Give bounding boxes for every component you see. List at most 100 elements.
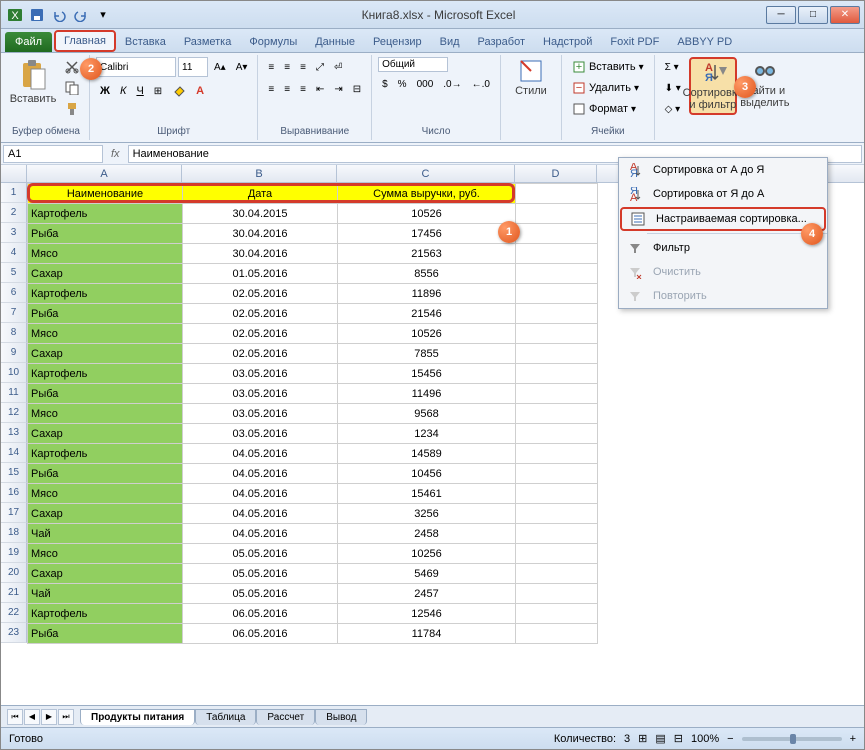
cell[interactable]: Сахар <box>28 504 183 524</box>
fill-color-button[interactable] <box>168 81 190 101</box>
qat-dropdown-icon[interactable]: ▾ <box>93 5 113 25</box>
cell[interactable]: Мясо <box>28 544 183 564</box>
orientation-button[interactable]: ⤢ <box>312 57 328 77</box>
row-header[interactable]: 18 <box>1 523 27 543</box>
sheet-tab[interactable]: Рассчет <box>256 709 315 725</box>
sheet-tab-active[interactable]: Продукты питания <box>80 709 195 725</box>
cell[interactable]: 10526 <box>338 324 516 344</box>
tab-insert[interactable]: Вставка <box>116 31 175 52</box>
cell[interactable]: Сахар <box>28 564 183 584</box>
cell[interactable] <box>516 504 598 524</box>
row-header[interactable]: 8 <box>1 323 27 343</box>
cell[interactable]: 02.05.2016 <box>183 324 338 344</box>
table-row[interactable]: Рыба02.05.201621546 <box>28 304 598 324</box>
comma-button[interactable]: 000 <box>413 74 438 94</box>
zoom-out-button[interactable]: − <box>727 733 733 745</box>
row-header[interactable]: 23 <box>1 623 27 643</box>
cell[interactable]: Картофель <box>28 284 183 304</box>
cell[interactable]: 03.05.2016 <box>183 364 338 384</box>
table-row[interactable]: Картофель06.05.201612546 <box>28 604 598 624</box>
sheet-nav-last[interactable]: ⏭ <box>58 709 74 725</box>
header-row[interactable]: Наименование Дата Сумма выручки, руб. <box>28 184 598 204</box>
save-icon[interactable] <box>27 5 47 25</box>
table-row[interactable]: Мясо03.05.20169568 <box>28 404 598 424</box>
cell[interactable] <box>516 324 598 344</box>
shrink-font-button[interactable]: A▾ <box>232 57 252 77</box>
redo-icon[interactable] <box>71 5 91 25</box>
table-row[interactable]: Мясо30.04.201621563 <box>28 244 598 264</box>
row-header[interactable]: 4 <box>1 243 27 263</box>
row-header[interactable]: 22 <box>1 603 27 623</box>
cell[interactable]: 3256 <box>338 504 516 524</box>
cell[interactable]: 05.05.2016 <box>183 564 338 584</box>
cell[interactable]: 10456 <box>338 464 516 484</box>
cell[interactable]: Картофель <box>28 364 183 384</box>
cell[interactable]: 04.05.2016 <box>183 504 338 524</box>
header-cell[interactable]: Наименование <box>28 184 183 204</box>
cell[interactable]: 2458 <box>338 524 516 544</box>
cell[interactable] <box>516 524 598 544</box>
cell[interactable]: 1234 <box>338 424 516 444</box>
tab-file[interactable]: Файл <box>5 32 52 52</box>
cell[interactable]: 15461 <box>338 484 516 504</box>
cell[interactable]: 11784 <box>338 624 516 644</box>
cell[interactable] <box>516 344 598 364</box>
table-row[interactable]: Сахар04.05.20163256 <box>28 504 598 524</box>
clear-button[interactable]: ◇ ▾ <box>661 99 685 119</box>
menu-sort-asc[interactable]: АЯ Сортировка от А до Я <box>619 158 827 182</box>
cell[interactable]: Картофель <box>28 444 183 464</box>
table-row[interactable]: Рыба03.05.201611496 <box>28 384 598 404</box>
cell[interactable]: Сахар <box>28 264 183 284</box>
cell[interactable]: Рыба <box>28 384 183 404</box>
table-row[interactable]: Рыба04.05.201610456 <box>28 464 598 484</box>
col-header-b[interactable]: B <box>182 165 337 182</box>
cell[interactable] <box>516 424 598 444</box>
sheet-tab[interactable]: Вывод <box>315 709 367 725</box>
cell[interactable]: 02.05.2016 <box>183 284 338 304</box>
cell[interactable]: 10526 <box>338 204 516 224</box>
tab-layout[interactable]: Разметка <box>175 31 241 52</box>
cell[interactable] <box>516 264 598 284</box>
minimize-button[interactable]: ─ <box>766 6 796 24</box>
cell[interactable] <box>516 444 598 464</box>
cell[interactable] <box>516 284 598 304</box>
cell[interactable]: 06.05.2016 <box>183 624 338 644</box>
increase-indent-button[interactable]: ⇥ <box>330 79 346 99</box>
view-break-button[interactable]: ⊟ <box>674 732 683 745</box>
align-top-button[interactable]: ≡ <box>264 57 278 77</box>
cell[interactable]: Сахар <box>28 344 183 364</box>
cell[interactable] <box>516 204 598 224</box>
cell[interactable]: 04.05.2016 <box>183 484 338 504</box>
menu-filter[interactable]: Фильтр <box>619 236 827 260</box>
cell[interactable]: 01.05.2016 <box>183 264 338 284</box>
table-row[interactable]: Сахар03.05.20161234 <box>28 424 598 444</box>
underline-button[interactable]: Ч <box>132 81 147 101</box>
table-row[interactable]: Сахар05.05.20165469 <box>28 564 598 584</box>
cell[interactable]: Картофель <box>28 204 183 224</box>
excel-icon[interactable]: X <box>5 5 25 25</box>
cell[interactable] <box>516 224 598 244</box>
cell[interactable]: 05.05.2016 <box>183 544 338 564</box>
align-bottom-button[interactable]: ≡ <box>296 57 310 77</box>
tab-home[interactable]: Главная <box>54 30 116 52</box>
merge-button[interactable]: ⊟ <box>349 79 365 99</box>
table-row[interactable]: Сахар02.05.20167855 <box>28 344 598 364</box>
cell[interactable]: Сахар <box>28 424 183 444</box>
sheet-nav-next[interactable]: ▶ <box>41 709 57 725</box>
border-button[interactable]: ⊞ <box>150 81 166 101</box>
zoom-slider[interactable] <box>742 737 842 741</box>
cell[interactable] <box>516 484 598 504</box>
cell[interactable]: 02.05.2016 <box>183 304 338 324</box>
row-header[interactable]: 12 <box>1 403 27 423</box>
align-center-button[interactable]: ≡ <box>280 79 294 99</box>
sheet-nav-first[interactable]: ⏮ <box>7 709 23 725</box>
row-header[interactable]: 9 <box>1 343 27 363</box>
cell[interactable]: Рыба <box>28 224 183 244</box>
cell[interactable]: 02.05.2016 <box>183 344 338 364</box>
cell[interactable]: 9568 <box>338 404 516 424</box>
cell[interactable]: Мясо <box>28 484 183 504</box>
row-header[interactable]: 16 <box>1 483 27 503</box>
cell[interactable]: 10256 <box>338 544 516 564</box>
grow-font-button[interactable]: A▴ <box>210 57 230 77</box>
row-header[interactable]: 21 <box>1 583 27 603</box>
